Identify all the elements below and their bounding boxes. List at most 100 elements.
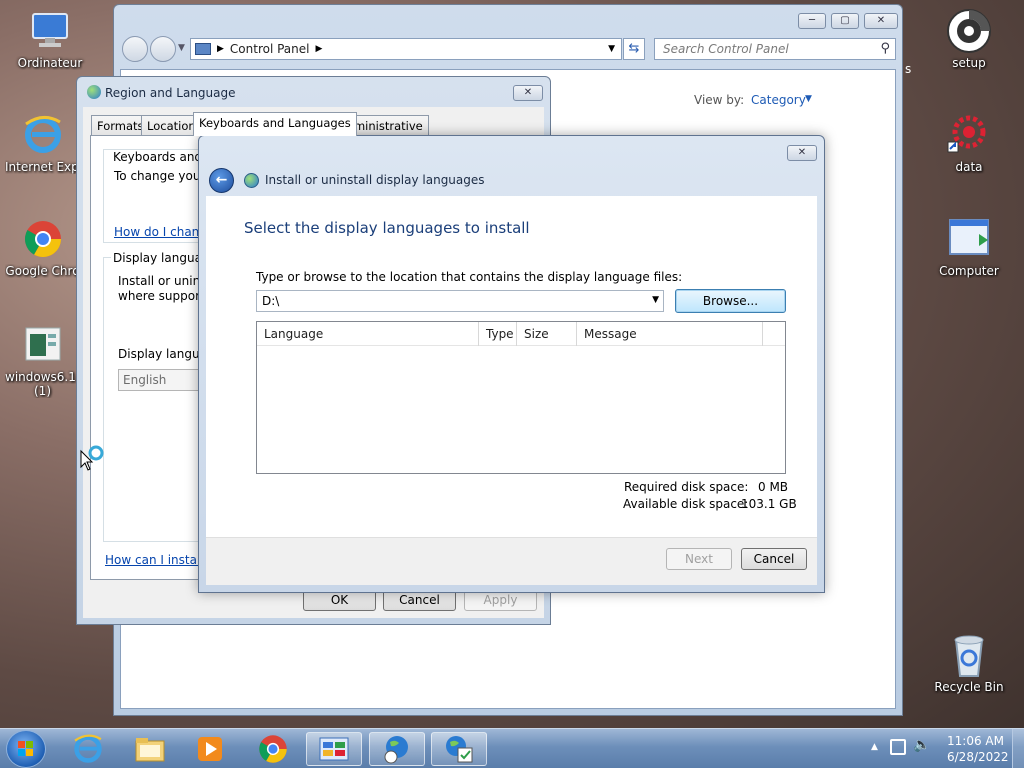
globe-clock-icon [384, 736, 408, 764]
control-panel-icon [195, 43, 211, 55]
desktop-icon-recycle-bin[interactable]: Recycle Bin [924, 632, 1014, 694]
desktop-icon-label: setup [952, 56, 986, 70]
path-combobox[interactable]: D:\ ▼ [256, 290, 664, 312]
next-button[interactable]: Next [666, 548, 732, 570]
minimize-button[interactable]: ─ [798, 13, 826, 29]
busy-cursor-icon [80, 443, 106, 474]
search-input[interactable]: Search Control Panel [663, 42, 789, 56]
available-space-label: Available disk space: [623, 497, 749, 511]
cancel-button[interactable]: Cancel [741, 548, 807, 570]
history-dropdown-icon[interactable]: ▼ [178, 43, 185, 53]
column-message[interactable]: Message [577, 322, 763, 346]
refresh-button[interactable]: ⇆ [623, 38, 645, 60]
chrome-icon [20, 216, 66, 262]
display-language-select[interactable]: English [118, 369, 200, 391]
desktop-icon-setup[interactable]: setup [924, 8, 1014, 70]
desktop-icon-computer[interactable]: Computer [924, 216, 1014, 278]
required-space-value: 0 MB [758, 480, 789, 494]
maximize-button[interactable]: ▢ [831, 13, 859, 29]
breadcrumb-chevron-icon: ▶ [315, 44, 323, 54]
desktop-icon-label: windows6.1-k [5, 370, 80, 384]
network-icon[interactable] [890, 739, 906, 755]
folder-icon [135, 738, 165, 762]
data-icon [946, 112, 992, 158]
forward-button[interactable] [150, 36, 176, 62]
file-icon [20, 322, 66, 368]
dialog-body: Select the display languages to install … [206, 196, 817, 585]
desktop-icon-label: data [955, 160, 983, 174]
taskbar: ▲ 🔈 11:06 AM 6/28/2022 [0, 728, 1024, 768]
media-player-icon [198, 737, 222, 761]
close-button[interactable]: ✕ [787, 145, 817, 161]
taskbar-internet-explorer[interactable] [60, 732, 116, 766]
chrome-icon [259, 735, 287, 763]
desktop-icon-ordinateur[interactable]: Ordinateur [5, 8, 95, 70]
partial-text: s [905, 62, 912, 76]
language-list[interactable]: Language Type Size Message [256, 321, 786, 474]
back-button[interactable] [122, 36, 148, 62]
available-space-value: 103.1 GB [741, 497, 797, 511]
taskbar-google-chrome[interactable] [245, 732, 301, 766]
page-heading: Select the display languages to install [244, 219, 530, 237]
language-globe-icon [244, 173, 259, 188]
install-display-languages-dialog: ✕ ← Install or uninstall display languag… [198, 135, 825, 593]
clock-time[interactable]: 11:06 AM [947, 734, 1004, 748]
view-by-label: View by: [694, 93, 745, 107]
taskbar-install-languages[interactable] [431, 732, 487, 766]
desktop-icon-label: Computer [939, 264, 999, 278]
search-box[interactable]: Search Control Panel ⚲ [654, 38, 896, 60]
search-icon: ⚲ [880, 41, 890, 56]
desktop-icon-label: Internet Explo [5, 160, 80, 174]
taskbar-region-language[interactable] [369, 732, 425, 766]
keyboards-help-link[interactable]: How do I chang [114, 225, 207, 239]
dialog-title: Install or uninstall display languages [265, 173, 485, 187]
show-desktop-button[interactable] [1012, 729, 1024, 768]
taskbar-file-explorer[interactable] [122, 732, 178, 766]
dialog-title: Region and Language [105, 86, 236, 100]
required-space-label: Required disk space: [624, 480, 749, 494]
dialog-footer: Next Cancel [206, 537, 817, 585]
desktop-icon-data[interactable]: data [924, 112, 1014, 174]
path-input[interactable]: D:\ [262, 294, 279, 308]
desktop-icon-label-line2: (1) [34, 384, 51, 398]
column-size[interactable]: Size [517, 322, 577, 346]
keyboards-group-text: To change your [114, 169, 206, 183]
recycle-bin-icon [946, 632, 992, 678]
show-hidden-icons-button[interactable]: ▲ [871, 742, 878, 752]
desktop-icon-windows-update-file[interactable]: windows6.1-k (1) [5, 322, 80, 398]
clock-date[interactable]: 6/28/2022 [947, 750, 1009, 764]
column-type[interactable]: Type [479, 322, 517, 346]
internet-explorer-icon [20, 112, 66, 158]
language-install-icon [446, 736, 473, 763]
internet-explorer-icon [74, 734, 102, 763]
back-arrow-icon[interactable]: ← [209, 168, 234, 193]
control-panel-icon [319, 737, 349, 761]
breadcrumb-control-panel[interactable]: Control Panel [230, 42, 310, 56]
address-dropdown-icon[interactable]: ▼ [608, 44, 615, 54]
desktop-icon-internet-explorer[interactable]: Internet Explo [5, 112, 80, 174]
breadcrumb-chevron-icon: ▶ [217, 44, 224, 54]
view-by-chevron-icon[interactable]: ▼ [805, 94, 812, 104]
desktop-icon-label: Google Chro [5, 264, 80, 278]
computer-icon [27, 8, 73, 54]
taskbar-control-panel[interactable] [306, 732, 362, 766]
windows-logo-icon [18, 741, 33, 756]
browse-button[interactable]: Browse... [675, 289, 786, 313]
start-button[interactable] [6, 730, 46, 768]
globe-icon [87, 85, 101, 99]
computer-window-icon [946, 216, 992, 262]
taskbar-media-player[interactable] [182, 732, 238, 766]
list-header: Language Type Size Message [257, 322, 785, 346]
volume-icon[interactable]: 🔈 [913, 737, 930, 753]
close-button[interactable]: ✕ [864, 13, 898, 29]
desktop-icon-google-chrome[interactable]: Google Chro [5, 216, 80, 278]
close-button[interactable]: ✕ [513, 85, 543, 101]
desktop-icon-label: Recycle Bin [934, 680, 1004, 694]
address-bar[interactable]: ▶ Control Panel ▶ ▼ [190, 38, 622, 60]
chevron-down-icon[interactable]: ▼ [652, 295, 659, 305]
tab-keyboards-and-languages[interactable]: Keyboards and Languages [193, 112, 357, 136]
column-language[interactable]: Language [257, 322, 479, 346]
view-by-dropdown[interactable]: Category [751, 93, 806, 107]
disc-icon [946, 8, 992, 54]
path-label: Type or browse to the location that cont… [256, 270, 683, 284]
